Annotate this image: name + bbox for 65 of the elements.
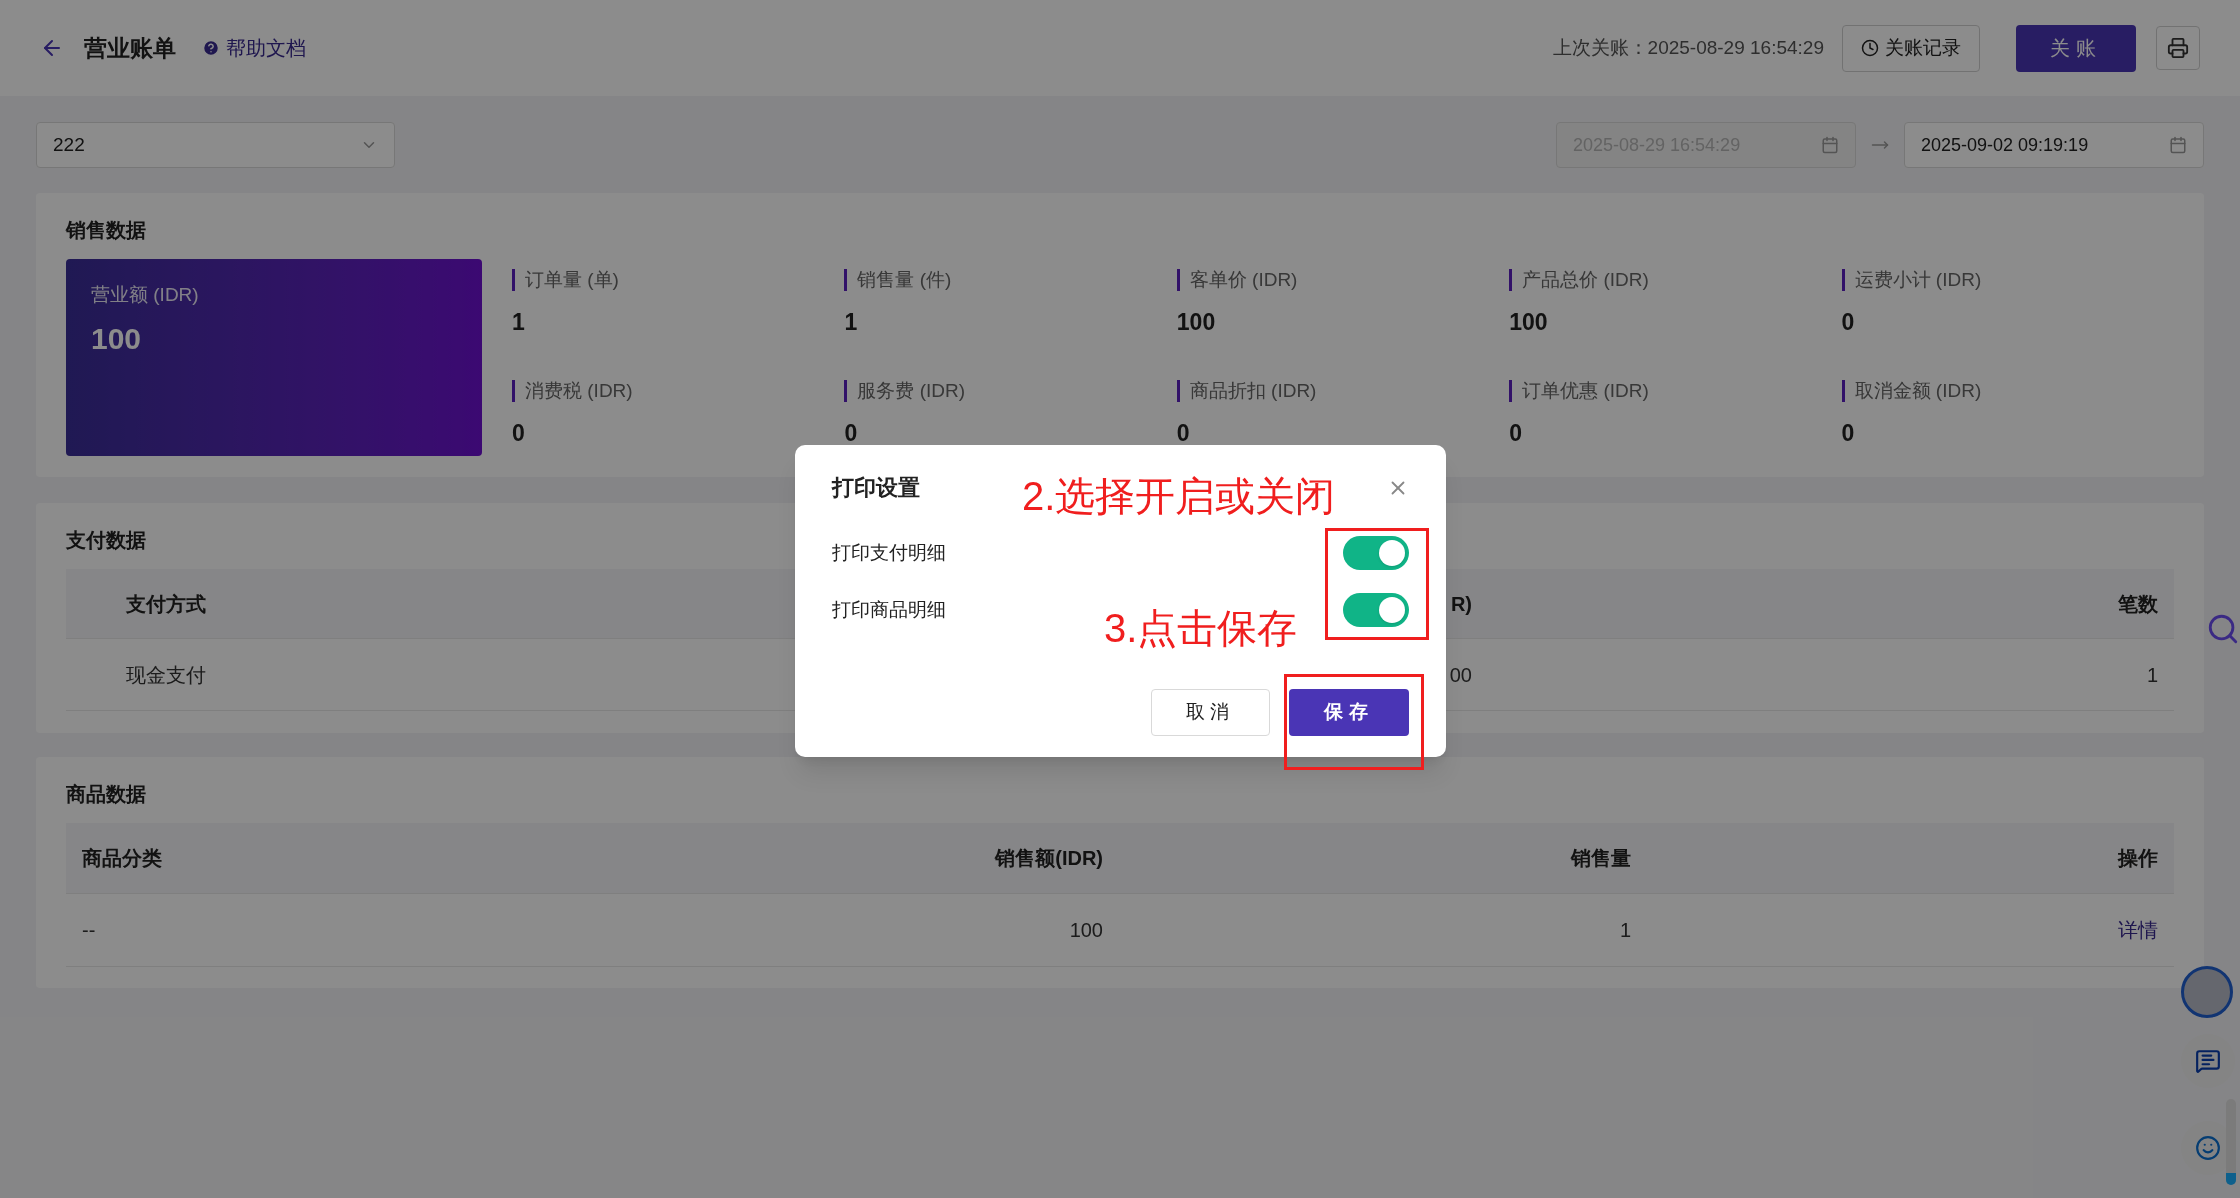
table-cell-text: --	[81, 918, 97, 943]
clock-icon	[1861, 39, 1879, 57]
table-cell-text: 1	[1619, 918, 1631, 943]
table-cell-text: 00	[1449, 662, 1472, 688]
toggle-switch[interactable]	[1343, 593, 1409, 627]
column-header: 支付方式	[125, 591, 207, 617]
column-header: 商品分类	[81, 846, 163, 871]
metric-label: 取消金额 (IDR)	[1841, 379, 2174, 402]
column-header: R)	[1450, 591, 1472, 617]
metric-value: 0	[844, 418, 859, 448]
store-select[interactable]: 222	[36, 122, 395, 168]
table-cell-text: 100	[1069, 918, 1103, 943]
metric-value: 1	[512, 308, 526, 337]
cancel-button[interactable]: 取消	[1151, 689, 1270, 736]
metric-label: 服务费 (IDR)	[844, 379, 1177, 402]
last-close-text: 上次关账：2025-08-29 16:54:29	[1552, 35, 1824, 60]
metric-value: 0	[1509, 418, 1523, 448]
metric-value: 100	[1509, 308, 1549, 337]
page-title: 营业账单	[84, 33, 176, 63]
smile-icon	[2195, 1135, 2221, 1161]
column-header: 销售量	[1571, 846, 1631, 871]
annotation-text: 3.点击保存	[1104, 608, 1298, 648]
option-label: 打印支付明细	[832, 540, 946, 565]
history-button[interactable]: 关账记录	[1842, 24, 1980, 72]
metric-label: 运费小计 (IDR)	[1841, 269, 2174, 291]
metric-label: 商品折扣 (IDR)	[1176, 379, 1510, 402]
revenue-label: 营业额 (IDR)	[91, 283, 200, 307]
metric-value: 0	[1176, 418, 1191, 448]
calendar-icon	[1821, 136, 1839, 154]
metric-value: 0	[512, 418, 526, 448]
metric-label: 销售量 (件)	[844, 269, 1177, 291]
metric-value: 0	[1841, 418, 1856, 448]
chat-icon	[2195, 1048, 2221, 1074]
calendar-icon	[2169, 136, 2187, 154]
dialog-title: 打印设置	[832, 474, 920, 502]
section-title: 支付数据	[66, 528, 146, 553]
column-header: 操作	[2118, 846, 2159, 871]
date-field[interactable]: 2025-09-02 09:19:19	[1904, 122, 2204, 168]
save-button[interactable]: 保存	[1289, 689, 1409, 736]
column-header: 销售额(IDR)	[995, 846, 1103, 871]
search-icon[interactable]	[2206, 612, 2240, 646]
table-cell-text: 现金支付	[125, 662, 207, 688]
avatar-placeholder[interactable]	[2181, 966, 2233, 1018]
metric-value: 100	[1176, 308, 1217, 337]
metric-label: 产品总价 (IDR)	[1509, 269, 1842, 291]
annotation-text: 2.选择开启或关闭	[1022, 476, 1336, 516]
metric-label: 订单量 (单)	[512, 269, 845, 291]
metric-label: 客单价 (IDR)	[1176, 269, 1510, 291]
section-title: 销售数据	[66, 218, 146, 243]
table-cell-text: 1	[2146, 662, 2159, 688]
printer-icon	[2167, 37, 2189, 59]
metric-label: 订单优惠 (IDR)	[1509, 379, 1842, 402]
toggle-switch[interactable]	[1343, 536, 1409, 570]
print-button[interactable]	[2156, 26, 2200, 70]
metric-label: 消费税 (IDR)	[512, 379, 845, 402]
help-link[interactable]: 帮助文档	[226, 33, 306, 63]
help-icon	[202, 39, 220, 57]
metric-value: 1	[844, 308, 859, 337]
revenue-value: 100	[91, 320, 143, 357]
column-header: 笔数	[2118, 591, 2159, 617]
metric-value: 0	[1841, 308, 1856, 337]
option-label: 打印商品明细	[832, 597, 946, 622]
section-title: 商品数据	[66, 782, 146, 807]
close-account-button[interactable]: 关账	[2016, 24, 2136, 72]
details-link[interactable]: 详情	[2118, 915, 2174, 945]
